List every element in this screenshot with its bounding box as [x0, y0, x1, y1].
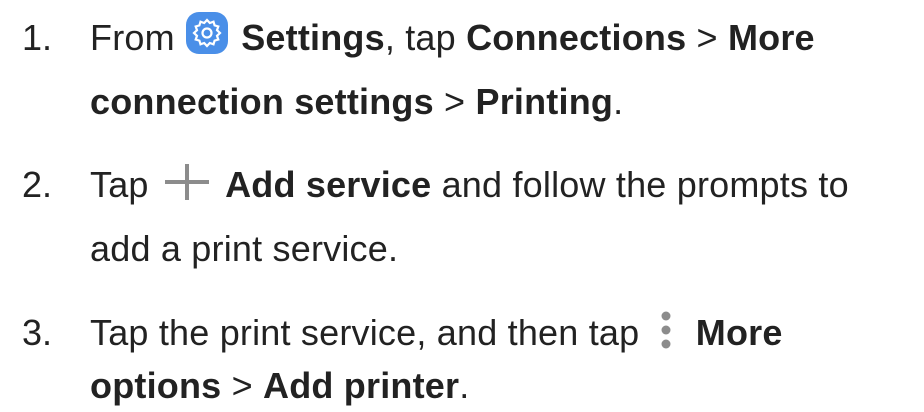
- printing-label: Printing: [475, 81, 614, 122]
- step-2-line-1: Tap Add service and follow the prompts t…: [90, 163, 849, 207]
- step-number: 1.: [22, 17, 53, 58]
- step-text: and follow the prompts to: [431, 164, 849, 205]
- step-text: add a print service.: [90, 228, 399, 269]
- step-number: 3.: [22, 312, 53, 353]
- step-3-line-2: options > Add printer.: [90, 364, 469, 408]
- more-label: More: [695, 312, 783, 353]
- chevron-separator: >: [686, 17, 728, 58]
- settings-gear-icon: [185, 11, 229, 55]
- options-label: options: [90, 365, 222, 406]
- period: .: [613, 81, 624, 122]
- add-service-label: Add service: [225, 164, 432, 205]
- more-options-icon: [656, 310, 676, 350]
- period: .: [459, 365, 470, 406]
- step-1-line-1: From Settings, tap Connections > More: [90, 12, 815, 60]
- step-text: , tap: [384, 17, 467, 58]
- settings-label: Settings: [241, 17, 385, 58]
- chevron-separator: >: [221, 365, 264, 406]
- connection-settings-label: connection settings: [90, 81, 434, 122]
- step-2-line-2: add a print service.: [90, 227, 398, 271]
- connections-label: Connections: [466, 17, 687, 58]
- step-1-line-2: connection settings > Printing.: [90, 80, 623, 124]
- plus-icon: [164, 164, 209, 201]
- chevron-separator: >: [433, 81, 476, 122]
- step-text: Tap the print service, and then tap: [90, 312, 640, 353]
- more-label: More: [727, 17, 815, 58]
- step-3-line-1: Tap the print service, and then tap More: [90, 311, 783, 355]
- step-text: Tap: [90, 164, 149, 205]
- add-printer-label: Add printer: [263, 365, 460, 406]
- instruction-steps: 1. From Settings, tap Connections > More…: [0, 0, 924, 412]
- step-number: 2.: [22, 164, 53, 205]
- step-text: From: [90, 17, 175, 58]
